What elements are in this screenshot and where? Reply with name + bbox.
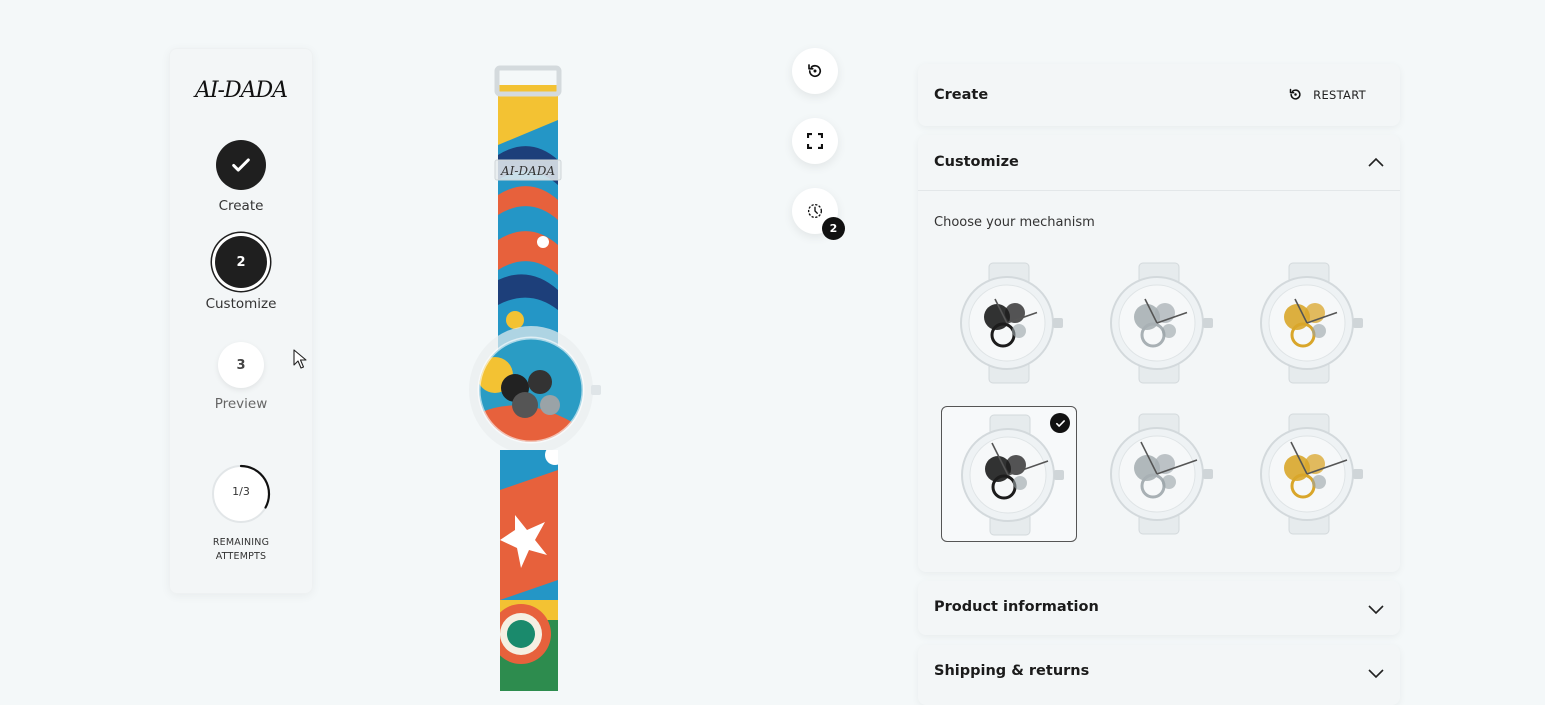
mechanism-option[interactable] <box>941 255 1077 391</box>
mechanism-option[interactable] <box>941 406 1077 542</box>
history-icon <box>807 203 823 219</box>
remaining-attempts: 1/3 REMAINING ATTEMPTS <box>169 464 313 564</box>
mechanism-option[interactable] <box>1241 255 1377 391</box>
product-information-title: Product information <box>934 599 1099 615</box>
chevron-down-icon[interactable] <box>1368 665 1384 681</box>
mouse-cursor-icon <box>293 349 307 369</box>
restart-icon <box>808 64 822 78</box>
create-panel-title: Create <box>934 87 989 103</box>
attempts-caption-line2: ATTEMPTS <box>215 551 267 562</box>
history-count-badge: 2 <box>822 217 845 240</box>
mechanism-watch-image <box>1260 413 1363 535</box>
product-information-panel[interactable]: Product information <box>918 581 1400 635</box>
fullscreen-button[interactable] <box>792 118 838 164</box>
customize-panel: Customize Choose your mechanism <box>918 135 1400 572</box>
step-preview-number: 3 <box>218 342 264 388</box>
step-preview[interactable]: 3 Preview <box>169 342 313 412</box>
checkmark-icon <box>232 158 250 172</box>
attempts-caption-line1: REMAINING <box>212 537 270 548</box>
attempts-progress-ring: 1/3 <box>211 464 271 524</box>
chevron-down-icon[interactable] <box>1368 601 1384 617</box>
step-navigator: AI-DADA Create 2 Customize 3 Preview 1/3… <box>169 48 313 594</box>
step-customize-label: Customize <box>205 296 277 312</box>
attempts-value: 1/3 <box>232 485 250 498</box>
mechanism-watch-image <box>1260 262 1363 384</box>
restart-label: RESTART <box>1313 87 1366 102</box>
attempts-caption: REMAINING ATTEMPTS <box>169 536 313 564</box>
brand-logo: AI-DADA <box>194 78 288 103</box>
fullscreen-icon <box>807 133 823 149</box>
shipping-returns-title: Shipping & returns <box>934 663 1090 679</box>
mechanism-watch-image <box>960 262 1063 384</box>
restart-button[interactable]: RESTART <box>1288 87 1366 102</box>
chevron-up-icon[interactable] <box>1368 155 1384 171</box>
selected-check-icon <box>1050 413 1070 433</box>
restart-design-button[interactable] <box>792 48 838 94</box>
step-preview-label: Preview <box>214 396 268 412</box>
svg-text:AI-DADA: AI-DADA <box>500 164 555 178</box>
mechanism-option[interactable] <box>1091 255 1227 391</box>
divider <box>918 190 1400 191</box>
mechanism-option[interactable] <box>1241 406 1377 542</box>
shipping-returns-panel[interactable]: Shipping & returns <box>918 645 1400 705</box>
create-panel: Create RESTART <box>918 64 1400 126</box>
step-create[interactable]: Create <box>169 140 313 214</box>
mechanism-prompt: Choose your mechanism <box>934 215 1095 230</box>
step-customize[interactable]: 2 Customize <box>169 236 313 312</box>
step-customize-number: 2 <box>215 236 267 288</box>
customize-panel-title[interactable]: Customize <box>934 154 1019 170</box>
mechanism-watch-image <box>1110 413 1213 535</box>
step-create-circle <box>216 140 266 190</box>
mechanism-watch-image <box>1110 262 1213 384</box>
watch-preview-image: AI-DADA <box>469 65 601 691</box>
mechanism-option[interactable] <box>1091 406 1227 542</box>
step-create-label: Create <box>218 198 264 214</box>
restart-icon <box>1289 88 1301 100</box>
